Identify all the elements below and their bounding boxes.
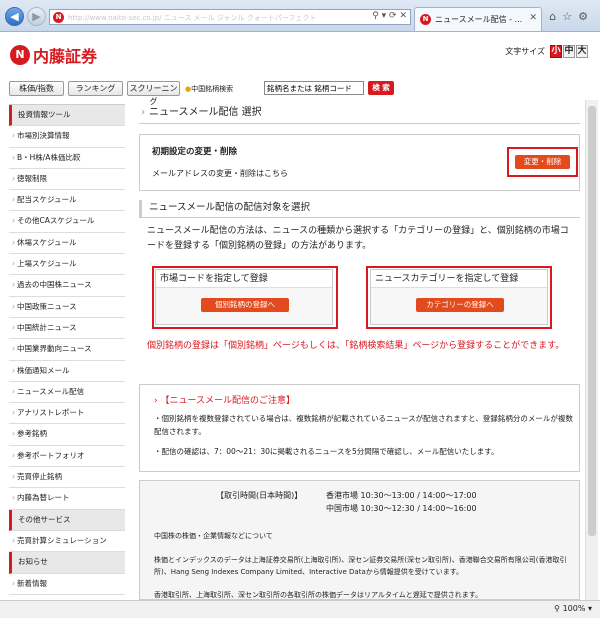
description-text: ニュースメール配信の方法は、ニュースの種類から選択する「カテゴリーの登録」と、個… (147, 226, 569, 251)
back-arrow-icon[interactable]: ◀ (5, 7, 24, 26)
trading-hours-hk: 香港市場 10:30〜13:00 / 14:00〜17:00 (326, 491, 477, 500)
site-header: N 内藤証券 文字サイズ 小 中 大 (0, 33, 600, 77)
sidebar-item[interactable]: 参考銘柄 (9, 424, 125, 446)
scrollbar-thumb[interactable] (588, 106, 596, 536)
initial-settings-heading: 初期設定の変更・削除 (152, 147, 238, 157)
sidebar-item[interactable]: ニュースメール配信 (9, 382, 125, 404)
caution-item-2-text: 配信の確認は、7：00〜21：30に掲載されるニュースを5分間隔で確認し、メール… (161, 447, 499, 456)
font-size-medium-button[interactable]: 中 (563, 45, 575, 58)
logo-mark-icon: N (10, 45, 30, 65)
browser-home-star-gear-icon[interactable]: ⌂☆⚙ (549, 10, 594, 23)
font-size-large-button[interactable]: 大 (576, 45, 588, 58)
sidebar-item[interactable]: 売買計算シミュレーション (9, 531, 125, 553)
sidebar-section-header: その他サービス (9, 509, 125, 531)
individual-stock-note: 個別銘柄の登録は「個別銘柄」ページもしくは、「銘柄検索結果」ページから登録するこ… (147, 341, 565, 351)
caution-title-text: 【ニュースメール配信のご注意】 (160, 396, 296, 406)
sidebar-item[interactable]: アナリストレポート (9, 403, 125, 425)
address-bar[interactable]: N http://www.naito-sec.co.jp/ ニュース メール ジ… (49, 9, 411, 25)
initial-settings-box: 初期設定の変更・削除 メールアドレスの変更・削除はこちら 変更・削除 (139, 134, 580, 191)
font-size-small-button[interactable]: 小 (550, 45, 562, 58)
caution-item-2: ・配信の確認は、7：00〜21：30に掲載されるニュースを5分間隔で確認し、メー… (154, 447, 499, 456)
caution-box: › 【ニュースメール配信のご注意】 ・個別銘柄を複数登録されている場合は、複数銘… (139, 384, 580, 472)
category-highlight (366, 266, 552, 329)
sidebar-item[interactable]: 内藤為替レート (9, 488, 125, 510)
sidebar-item[interactable]: その他CAスケジュール (9, 211, 125, 233)
sidebar-item[interactable]: 参考ポートフォリオ (9, 446, 125, 468)
sidebar-item[interactable]: 配当スケジュール (9, 190, 125, 212)
sidebar-item[interactable]: 過去の中国株ニュース (9, 275, 125, 297)
sidebar-item[interactable]: B・H株/A株価比較 (9, 148, 125, 169)
site-toolbar: 株価/指数 ランキング スクリーニング ●中国銘柄検索 検 索 (0, 78, 600, 106)
china-stock-search-label: ●中国銘柄検索 (185, 84, 233, 94)
section-title: ニュースメール配信の配信対象を選択 (139, 200, 580, 218)
forward-arrow-icon[interactable]: ▶ (27, 7, 46, 26)
zoom-level: 100% (562, 604, 586, 613)
font-size-switcher: 文字サイズ 小 中 大 (505, 45, 588, 58)
trading-hours-label: 【取引時間(日本時間)】 (216, 491, 303, 500)
sidebar-item[interactable]: 新着情報 (9, 574, 125, 595)
sidebar-item[interactable]: 徳報制限 (9, 169, 125, 191)
logo-text: 内藤証券 (33, 47, 98, 66)
sidebar-item[interactable]: 中国業界動向ニュース (9, 339, 125, 361)
market-code-highlight (152, 266, 338, 329)
sidebar-item[interactable]: 中国統計ニュース (9, 318, 125, 340)
tab-favicon-icon: N (420, 14, 431, 25)
page-title: ニュースメール配信 選択 (139, 104, 580, 124)
sidebar-item[interactable]: 上場スケジュール (9, 254, 125, 276)
caution-item-1-text: 個別銘柄を複数登録されている場合は、複数銘柄が記載されているニュースが配信されま… (154, 414, 573, 436)
search-label-text: 中国銘柄検索 (191, 85, 234, 93)
search-input[interactable] (264, 81, 364, 95)
naito-logo[interactable]: N 内藤証券 (10, 43, 97, 67)
sidebar-section-header: お知らせ (9, 552, 125, 574)
sidebar-section-header: 投資情報ツール (9, 105, 125, 127)
screening-button[interactable]: スクリーニング (127, 81, 180, 106)
status-bar: ⚲ 100% ▾ (0, 600, 600, 618)
tab-close-icon[interactable]: ✕ (529, 13, 537, 23)
font-size-label: 文字サイズ (505, 47, 545, 56)
info-text-2: 株価とインデックスのデータは上海証券交易所(上海取引所)、深セン証券交易所(深セ… (154, 556, 567, 576)
search-button[interactable]: 検 索 (368, 81, 394, 95)
sidebar-item[interactable]: 休場スケジュール (9, 233, 125, 255)
zoom-control[interactable]: ⚲ 100% ▾ (554, 604, 592, 613)
address-text: http://www.naito-sec.co.jp/ ニュース メール ジャン… (68, 14, 317, 22)
address-tools-icon[interactable]: ⚲ ▾ ⟳ ✕ (372, 11, 407, 21)
initial-settings-sub: メールアドレスの変更・削除はこちら (152, 169, 288, 178)
ranking-button[interactable]: ランキング (68, 81, 123, 96)
sidebar-item[interactable]: 株価通知メール (9, 361, 125, 382)
sidebar: 投資情報ツール市場別決算情報B・H株/A株価比較徳報制限配当スケジュールその他C… (9, 104, 125, 600)
sidebar-item[interactable]: 売買停止銘柄 (9, 467, 125, 489)
sidebar-item[interactable]: 市場別決算情報 (9, 126, 125, 148)
caution-item-1: ・個別銘柄を複数登録されている場合は、複数銘柄が記載されているニュースが配信され… (154, 414, 573, 436)
trading-hours-cn: 中国市場 10:30〜12:30 / 14:00〜16:00 (326, 504, 477, 513)
info-text-3: 香港取引所、上海取引所、深セン取引所の各取引所の株価データはリアルタイムと遅延で… (154, 591, 483, 599)
caution-title: › 【ニュースメール配信のご注意】 (154, 396, 296, 406)
info-text-1: 中国株の株価・企業情報などについて (154, 532, 273, 540)
tab-title: ニュースメール配信 - ... (435, 15, 523, 24)
page-scrollbar[interactable] (585, 100, 598, 600)
change-delete-button[interactable]: 変更・削除 (515, 155, 570, 169)
site-favicon-icon: N (53, 12, 64, 23)
main-content: ニュースメール配信 選択 初期設定の変更・削除 メールアドレスの変更・削除はこち… (135, 104, 582, 600)
info-box: 【取引時間(日本時間)】 香港市場 10:30〜13:00 / 14:00〜17… (139, 480, 580, 600)
browser-tab[interactable]: N ニュースメール配信 - ... ✕ (414, 7, 542, 31)
browser-chrome: ◀ ▶ N http://www.naito-sec.co.jp/ ニュース メ… (0, 0, 600, 32)
stock-index-button[interactable]: 株価/指数 (9, 81, 64, 96)
sidebar-item[interactable]: 中国政策ニュース (9, 297, 125, 318)
